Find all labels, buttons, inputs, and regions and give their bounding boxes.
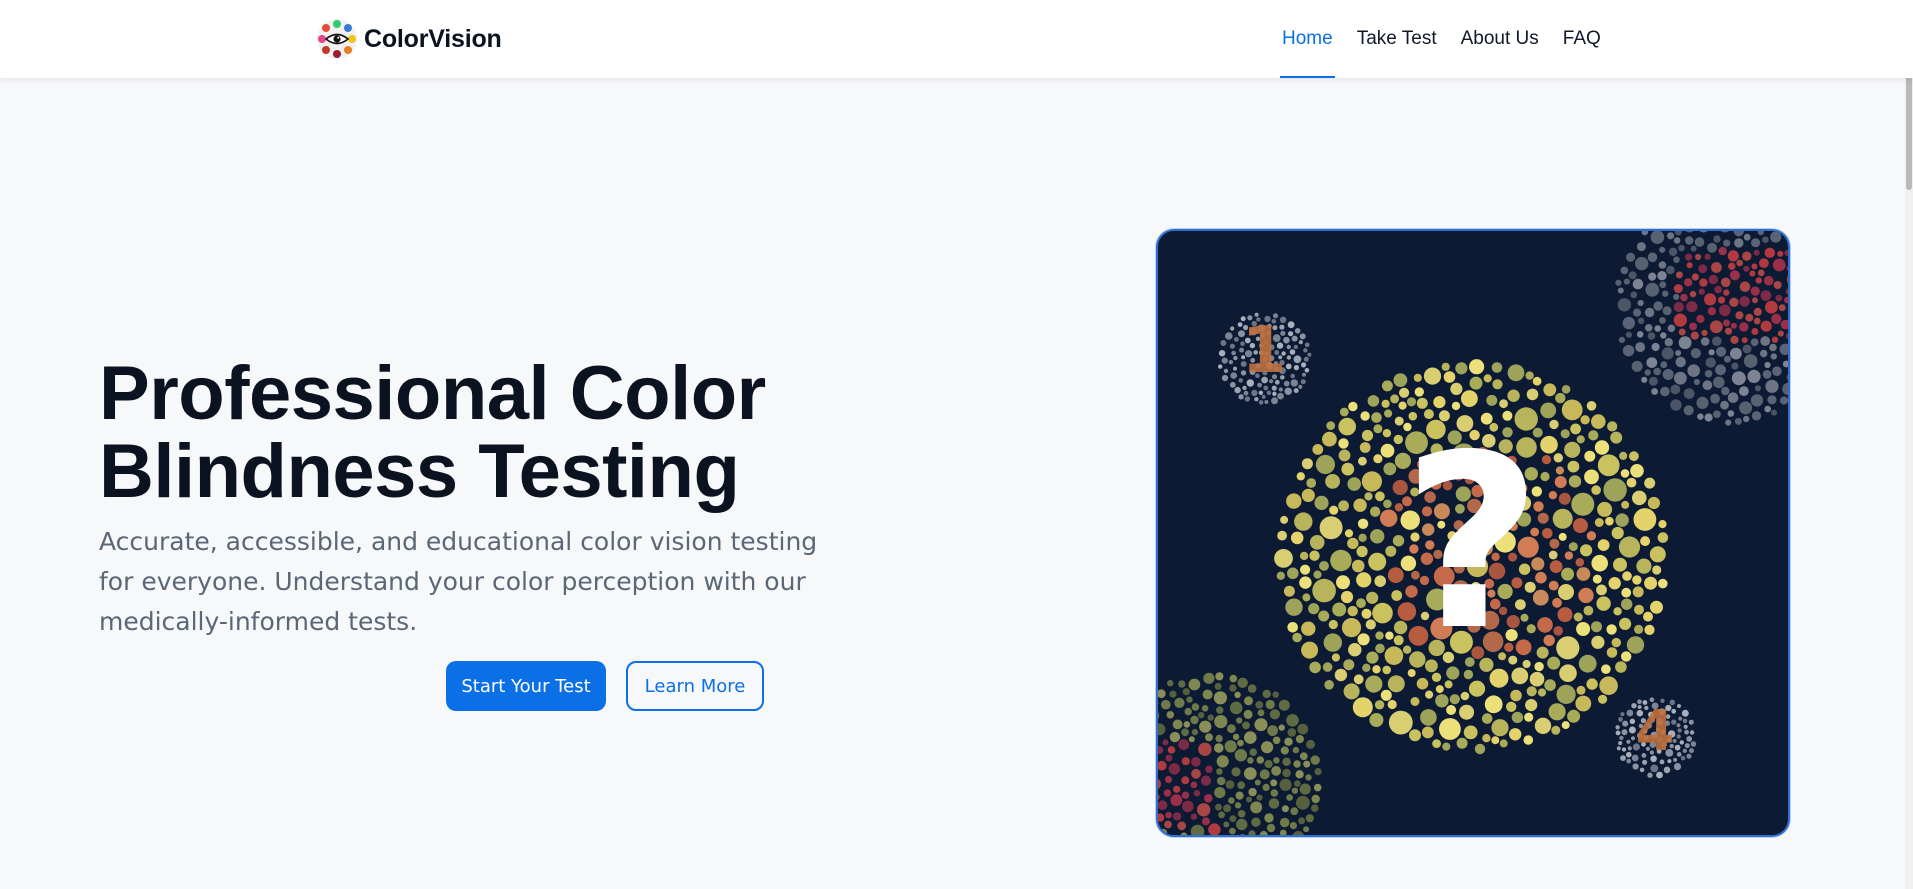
hero-title: Professional Color Blindness Testing <box>99 351 766 514</box>
ishihara-plates-illustration: ? 1 4 <box>1158 231 1788 835</box>
brand-name: ColorVision <box>364 24 502 53</box>
start-test-button[interactable]: Start Your Test <box>446 661 606 711</box>
hero-image: ? 1 4 <box>1156 229 1790 837</box>
nav-item-faq[interactable]: FAQ <box>1561 0 1603 78</box>
learn-more-button[interactable]: Learn More <box>626 661 764 711</box>
site-header: ColorVision Home Take Test About Us FAQ <box>0 0 1913 78</box>
nav-item-about-us[interactable]: About Us <box>1459 0 1541 78</box>
brand-logo-link[interactable]: ColorVision <box>316 18 502 60</box>
plate-small-4-digit: 4 <box>1636 699 1675 764</box>
main-nav: Home Take Test About Us FAQ <box>1280 0 1603 78</box>
plate-bottom-left <box>1158 672 1322 835</box>
plate-top-right <box>1615 231 1788 426</box>
plate-main-symbol: ? <box>1402 403 1541 683</box>
page-scrollbar[interactable] <box>1905 0 1913 889</box>
nav-item-take-test[interactable]: Take Test <box>1355 0 1439 78</box>
nav-item-home[interactable]: Home <box>1280 0 1335 78</box>
hero-subtitle: Accurate, accessible, and educational co… <box>99 527 818 636</box>
plate-small-1-digit: 1 <box>1242 314 1287 388</box>
eye-palette-icon <box>317 19 357 59</box>
